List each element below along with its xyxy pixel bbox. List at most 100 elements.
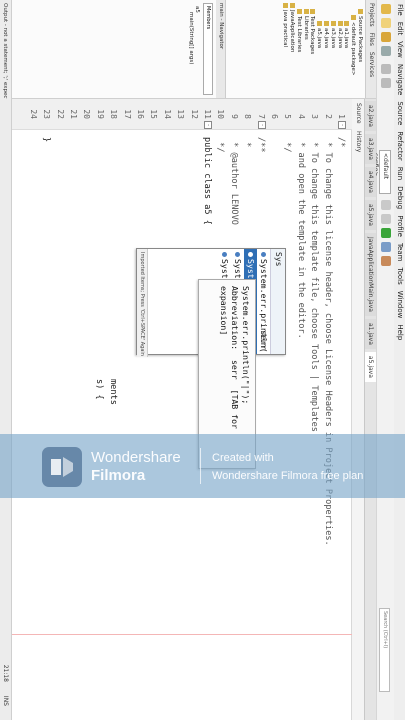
tree-node[interactable]: a2.java (336, 3, 343, 95)
folder-icon (358, 9, 363, 14)
tree-node[interactable]: Libraries (302, 3, 309, 95)
line-number: 13 (176, 109, 186, 119)
editor-tab[interactable]: a3.java (365, 133, 376, 164)
tree-node-label: a4.java (323, 28, 330, 49)
tree-node-label: JavaApplication (289, 10, 296, 53)
menu-item-edit[interactable]: Edit (394, 22, 405, 36)
folder-icon (337, 21, 343, 26)
line-number-gutter: 1 2 3 4 5 6 7 8 9 10 11 12 13 14 15 16 17 18 19 20 21 22 23 24 (12, 99, 352, 130)
editor-tab[interactable]: a2.java (365, 101, 376, 131)
navigator-item[interactable]: main(String[] args) (188, 0, 194, 98)
fold-toggle-icon[interactable]: - (338, 121, 346, 129)
search-input[interactable]: Search (Ctrl+I) (379, 608, 390, 692)
completion-item-abbreviation: serr (259, 330, 269, 350)
code-line: * (242, 137, 253, 148)
editor-tab[interactable]: a1.java (365, 318, 376, 349)
folder-icon (310, 9, 316, 14)
tree-node[interactable]: java practical (281, 3, 289, 95)
tree-node-label: a3.java (329, 28, 336, 49)
ide-window: File Edit View Navigate Source Refactor Run Deb… (0, 0, 405, 720)
undo-icon[interactable] (381, 64, 391, 74)
menu-item-source[interactable]: Source (394, 101, 405, 125)
code-fragment: ments (108, 379, 118, 405)
code-line: public class a5 { (202, 137, 212, 225)
tree-node[interactable]: a1.java (343, 3, 350, 95)
code-line: */ (215, 137, 226, 153)
line-number: 20 (82, 109, 92, 119)
menu-item-debug[interactable]: Debug (394, 186, 405, 209)
code-line: */ (282, 137, 293, 153)
completion-typed-prefix: Sys (270, 249, 285, 354)
profile-icon[interactable] (381, 256, 391, 266)
menu-item-view[interactable]: View (394, 41, 405, 58)
editor-tabs: a2.java a3.java a4.java a5.java JavaApplicat… (364, 99, 376, 720)
code-line: * To change this template file, choose T… (309, 137, 320, 432)
code-fragment: s) { (94, 379, 104, 400)
line-number: 3 (310, 114, 320, 119)
line-number: 24 (28, 109, 38, 119)
folder-icon (344, 21, 350, 26)
line-number: 6 (270, 114, 279, 119)
line-number: 11 (203, 109, 212, 119)
project-tree: Source Packages <default package> a1.java a… (279, 0, 365, 98)
fold-toggle-icon[interactable]: - (204, 121, 212, 129)
tree-node[interactable]: <default package> (349, 3, 357, 95)
tree-node[interactable]: Test Libraries (295, 3, 302, 95)
tree-node[interactable]: a3.java (329, 3, 336, 95)
tree-node[interactable]: Test Packages (309, 3, 316, 95)
line-number: 4 (296, 114, 306, 119)
tree-node[interactable]: a5.java (315, 3, 323, 95)
code-editor: a2.java a3.java a4.java a5.java JavaApplicat… (0, 99, 376, 720)
save-all-icon[interactable] (381, 46, 391, 56)
status-bar: 21:18 INS (0, 99, 12, 720)
redo-icon[interactable] (381, 78, 391, 88)
line-number: 7 (256, 114, 266, 119)
code-line: * and open the template in the editor. (295, 137, 306, 339)
menu-item-tools[interactable]: Tools (394, 267, 405, 284)
editor-tab[interactable]: JavaApplicationMain.java (365, 232, 376, 316)
tree-node-label: a2.java (336, 28, 343, 49)
projects-panel-tabs: Projects Files Services (365, 0, 376, 98)
editor-tab[interactable]: a5.java (365, 199, 376, 230)
new-file-icon[interactable] (381, 18, 391, 28)
panel-tab-files[interactable]: Files (366, 33, 376, 46)
watermark-separator (200, 448, 201, 484)
menu-item-run[interactable]: Run (394, 167, 405, 180)
editor-tab[interactable]: a4.java (365, 166, 376, 197)
source-view-tab[interactable]: Source (352, 103, 364, 124)
panel-tab-services[interactable]: Services (366, 52, 376, 77)
folder-icon (317, 21, 323, 26)
menu-item-team[interactable]: Team (394, 243, 405, 262)
new-project-icon[interactable] (381, 4, 391, 14)
line-number: 12 (189, 109, 199, 119)
menu-item-navigate[interactable]: Navigate (394, 64, 405, 95)
build-icon[interactable] (381, 200, 391, 210)
code-area[interactable]: /* * To change this license header, choo… (12, 131, 352, 711)
menu-item-profile[interactable]: Profile (394, 215, 405, 237)
menu-item-refactor[interactable]: Refactor (394, 131, 405, 160)
menu-item-window[interactable]: Window (394, 291, 405, 319)
menu-item-file[interactable]: File (394, 4, 405, 16)
completion-item[interactable]: System.err.println("|"); serr (257, 249, 270, 354)
tree-node[interactable]: JavaApplication (288, 3, 296, 95)
history-view-tab[interactable]: History (352, 131, 364, 152)
watermark-created-with: Created with (212, 452, 274, 464)
navigator-item[interactable]: a5 (194, 0, 200, 98)
fold-toggle-icon[interactable]: - (257, 121, 266, 129)
line-number: 9 (229, 114, 239, 119)
tree-node-label: a5.java (316, 28, 323, 49)
output-status[interactable]: Output - not a statement; ';' expected (0, 0, 12, 99)
navigator-filter-combo[interactable]: Members (203, 3, 213, 95)
run-icon[interactable] (381, 228, 391, 238)
clean-build-icon[interactable] (381, 214, 391, 224)
tree-node[interactable]: Source Packages (356, 3, 363, 95)
editor-tab[interactable]: a5.java (365, 351, 376, 382)
tree-node[interactable]: a4.java (322, 3, 330, 95)
completion-footer: Imported Items; Press 'Ctrl+SPACE' Again… (137, 249, 148, 357)
caret-position: 21:18 (2, 664, 9, 682)
config-combo[interactable]: <default config> (372, 150, 391, 194)
menu-item-help[interactable]: Help (394, 324, 405, 340)
panel-tab-projects[interactable]: Projects (366, 3, 376, 27)
debug-icon[interactable] (381, 242, 391, 252)
open-project-icon[interactable] (381, 32, 391, 42)
